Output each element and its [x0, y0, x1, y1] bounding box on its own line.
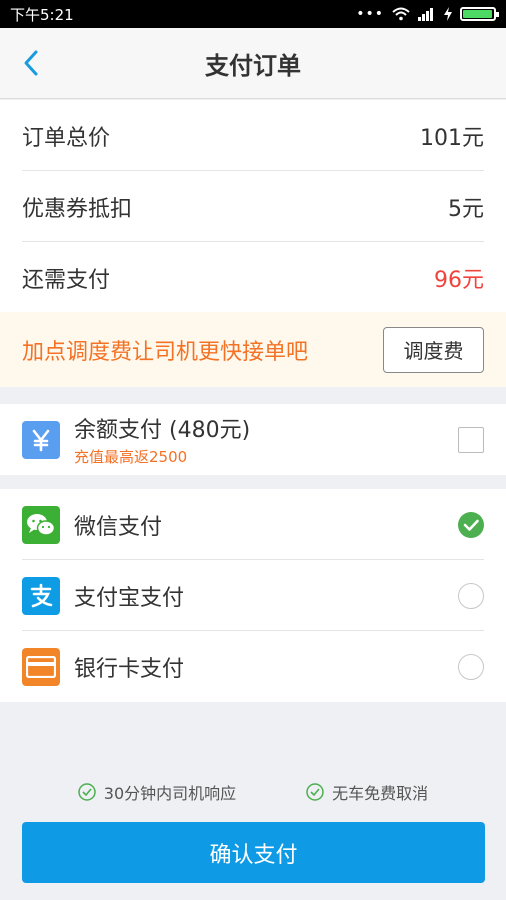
- payment-method-bank-card[interactable]: 银行卡支付: [0, 631, 506, 702]
- status-icons: •••: [356, 6, 499, 22]
- order-total-label: 订单总价: [22, 125, 111, 151]
- guarantee-cancel-text: 无车免费取消: [332, 784, 429, 803]
- balance-payment-label: 余额支付 (480元): [74, 418, 251, 443]
- amount-due-row: 还需支付 96元: [0, 242, 506, 313]
- alipay-radio[interactable]: [458, 582, 484, 609]
- status-time: 下午5:21: [10, 5, 74, 24]
- payment-method-alipay[interactable]: 支付宝支付: [0, 560, 506, 631]
- confirm-payment-button[interactable]: 确认支付: [22, 822, 485, 883]
- bank-card-label: 银行卡支付: [74, 656, 185, 682]
- selected-check-icon[interactable]: [458, 511, 484, 538]
- guarantee-response-text: 30分钟内司机响应: [103, 784, 237, 803]
- service-guarantees: 30分钟内司机响应 无车免费取消: [0, 780, 506, 804]
- payment-method-wechat[interactable]: 微信支付: [0, 489, 506, 560]
- check-circle-icon: [306, 783, 324, 801]
- balance-payment-row[interactable]: 余额支付 (480元) 充值最高返2500: [0, 404, 506, 475]
- wechat-pay-label: 微信支付: [74, 514, 163, 540]
- dispatch-fee-tip: 加点调度费让司机更快接单吧: [22, 339, 309, 365]
- signal-icon: [418, 8, 433, 21]
- alipay-icon: [22, 576, 60, 615]
- check-circle-icon: [78, 783, 96, 801]
- coupon-row: 优惠券抵扣 5元: [0, 171, 506, 242]
- bank-card-icon: [22, 647, 60, 686]
- recharge-promo: 充值最高返2500: [74, 448, 188, 466]
- order-summary: 订单总价 101元 优惠券抵扣 5元 还需支付 96元: [0, 100, 506, 313]
- status-bar: 下午5:21 •••: [0, 0, 506, 28]
- order-total-value: 101元: [420, 125, 484, 151]
- coupon-label: 优惠券抵扣: [22, 196, 133, 222]
- guarantee-cancel: 无车免费取消: [306, 780, 428, 804]
- dispatch-fee-banner: 加点调度费让司机更快接单吧 调度费: [0, 312, 506, 387]
- wechat-icon: [22, 505, 60, 544]
- order-total-row: 订单总价 101元: [0, 100, 506, 171]
- yen-icon: [22, 420, 60, 459]
- more-dots-icon: •••: [356, 6, 384, 22]
- bank-card-radio[interactable]: [458, 653, 484, 680]
- amount-due-value: 96元: [434, 267, 484, 293]
- amount-due-label: 还需支付: [22, 267, 111, 293]
- alipay-label: 支付宝支付: [74, 585, 185, 611]
- wifi-icon: [392, 7, 410, 21]
- charging-icon: [444, 7, 452, 21]
- guarantee-response: 30分钟内司机响应: [78, 780, 236, 804]
- dispatch-fee-button[interactable]: 调度费: [383, 326, 484, 373]
- balance-checkbox[interactable]: [458, 426, 484, 453]
- coupon-value: 5元: [448, 196, 484, 222]
- battery-icon: [460, 7, 499, 21]
- balance-payment-card: 余额支付 (480元) 充值最高返2500: [0, 404, 506, 475]
- payment-methods: 微信支付 支付宝支付 银行卡支付: [0, 489, 506, 702]
- navbar: 支付订单: [0, 28, 506, 99]
- back-icon[interactable]: [18, 48, 46, 78]
- page-title: 支付订单: [205, 51, 301, 80]
